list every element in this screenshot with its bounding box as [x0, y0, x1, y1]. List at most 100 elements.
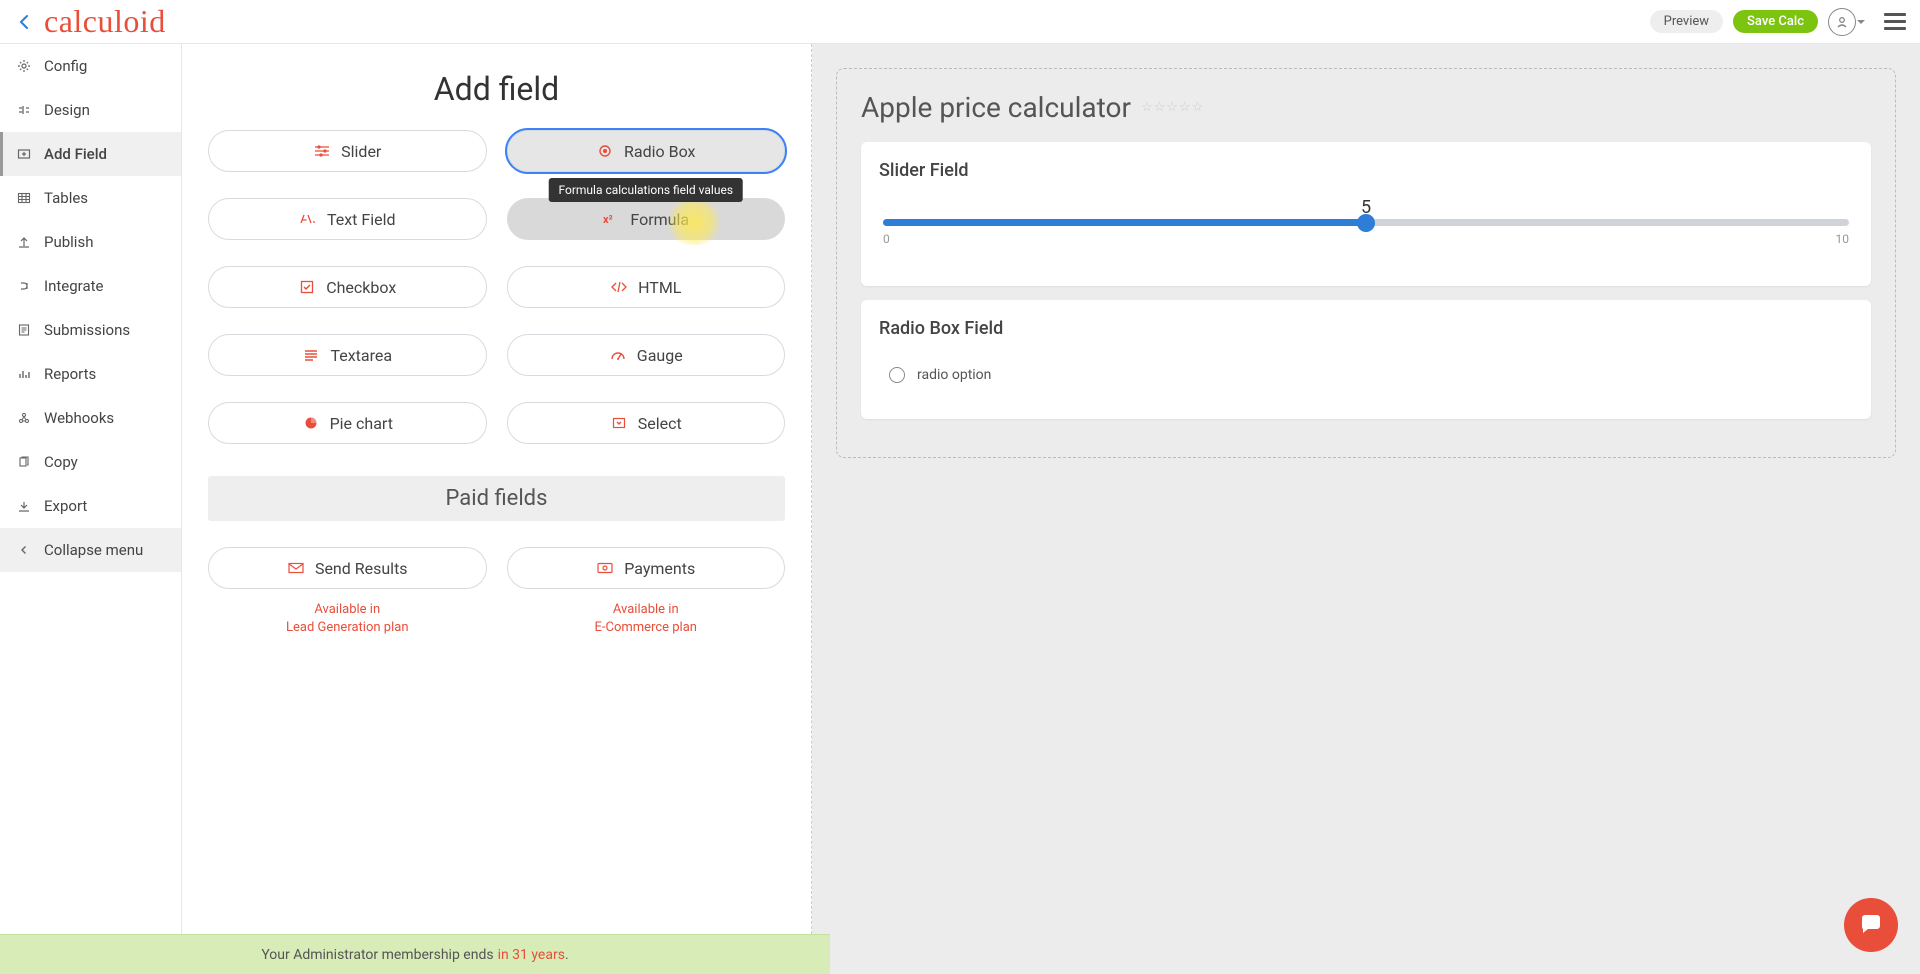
- slider-min-label: 0: [883, 232, 890, 246]
- select-icon: [610, 414, 628, 432]
- field-type-text-field[interactable]: Text Field: [208, 198, 487, 240]
- radio-option-label: radio option: [917, 367, 991, 383]
- reports-icon: [16, 366, 32, 382]
- sidebar-item-reports[interactable]: Reports: [0, 352, 181, 396]
- chevron-left-icon: [16, 542, 32, 558]
- preview-title: Apple price calculator: [861, 91, 1131, 124]
- sidebar-item-label: Config: [44, 57, 87, 75]
- sidebar-item-add-field[interactable]: Add Field: [0, 132, 181, 176]
- design-icon: [16, 102, 32, 118]
- sidebar-item-label: Design: [44, 101, 90, 119]
- slider-control[interactable]: 5 0 10: [879, 203, 1853, 268]
- banner-text-highlight: in 31 years: [498, 947, 565, 963]
- text-field-icon: [299, 210, 317, 228]
- field-label: Slider: [341, 142, 381, 161]
- webhooks-icon: [16, 410, 32, 426]
- envelope-icon: [287, 559, 305, 577]
- field-type-radio-box[interactable]: Radio Box Formula calculations field val…: [507, 130, 786, 172]
- table-icon: [16, 190, 32, 206]
- field-label: Select: [638, 414, 682, 433]
- membership-banner: Your Administrator membership ends in 31…: [0, 934, 830, 974]
- field-type-textarea[interactable]: Textarea: [208, 334, 487, 376]
- sidebar-item-label: Integrate: [44, 277, 103, 295]
- paid-fields-heading: Paid fields: [208, 476, 785, 521]
- radio-option-input[interactable]: [889, 367, 905, 383]
- html-icon: [610, 278, 628, 296]
- chat-fab[interactable]: [1844, 898, 1898, 952]
- submissions-icon: [16, 322, 32, 338]
- field-type-checkbox[interactable]: Checkbox: [208, 266, 487, 308]
- logo-text: calculoid: [44, 3, 166, 40]
- sidebar-item-submissions[interactable]: Submissions: [0, 308, 181, 352]
- field-label: Gauge: [637, 346, 683, 365]
- field-label: Textarea: [330, 346, 392, 365]
- field-type-formula[interactable]: x² Formula: [507, 198, 786, 240]
- sidebar-item-label: Publish: [44, 233, 93, 251]
- sidebar-collapse[interactable]: Collapse menu: [0, 528, 181, 572]
- sidebar-item-label: Add Field: [44, 145, 107, 163]
- field-label: Pie chart: [330, 414, 393, 433]
- field-label: HTML: [638, 278, 681, 297]
- sidebar-item-tables[interactable]: Tables: [0, 176, 181, 220]
- field-type-html[interactable]: HTML: [507, 266, 786, 308]
- slider-thumb[interactable]: [1357, 214, 1375, 232]
- sidebar-item-label: Webhooks: [44, 409, 114, 427]
- rating-stars[interactable]: ☆☆☆☆☆: [1141, 100, 1204, 115]
- sidebar-item-copy[interactable]: Copy: [0, 440, 181, 484]
- send-results-plan-note: Available in Lead Generation plan: [208, 601, 487, 637]
- sidebar-item-export[interactable]: Export: [0, 484, 181, 528]
- field-label: Formula: [630, 210, 689, 229]
- svg-text:x²: x²: [603, 213, 613, 226]
- save-calc-button[interactable]: Save Calc: [1733, 10, 1818, 33]
- copy-icon: [16, 454, 32, 470]
- topbar: calculoid Preview Save Calc: [0, 0, 1920, 44]
- slider-field-card[interactable]: Slider Field 5 0 10: [861, 142, 1871, 286]
- pie-chart-icon: [302, 414, 320, 432]
- preview-frame: Apple price calculator ☆☆☆☆☆ Slider Fiel…: [836, 68, 1896, 458]
- sidebar-item-label: Tables: [44, 189, 88, 207]
- field-type-select[interactable]: Select: [507, 402, 786, 444]
- back-icon[interactable]: [14, 12, 34, 32]
- sidebar-item-integrate[interactable]: Integrate: [0, 264, 181, 308]
- logo[interactable]: calculoid: [44, 3, 166, 40]
- field-label: Text Field: [327, 210, 396, 229]
- field-type-pie-chart[interactable]: Pie chart: [208, 402, 487, 444]
- field-type-payments[interactable]: Payments: [507, 547, 786, 589]
- payments-plan-note: Available in E-Commerce plan: [507, 601, 786, 637]
- textarea-icon: [302, 346, 320, 364]
- sidebar-item-webhooks[interactable]: Webhooks: [0, 396, 181, 440]
- sidebar-item-label: Submissions: [44, 321, 130, 339]
- field-label: Payments: [624, 559, 695, 578]
- sidebar: Config Design Add Field Tables Publish I…: [0, 44, 182, 974]
- user-menu[interactable]: [1828, 8, 1856, 36]
- formula-icon: x²: [602, 210, 620, 228]
- radio-box-field-card[interactable]: Radio Box Field radio option: [861, 300, 1871, 419]
- gear-icon: [16, 58, 32, 74]
- banner-text-before: Your Administrator membership ends: [261, 947, 493, 963]
- payments-icon: [596, 559, 614, 577]
- sidebar-item-label: Export: [44, 497, 87, 515]
- preview-panel: Apple price calculator ☆☆☆☆☆ Slider Fiel…: [812, 44, 1920, 974]
- field-label: Checkbox: [326, 278, 396, 297]
- publish-icon: [16, 234, 32, 250]
- field-type-send-results[interactable]: Send Results: [208, 547, 487, 589]
- field-type-slider[interactable]: Slider: [208, 130, 487, 172]
- banner-text-after: .: [565, 947, 569, 963]
- sidebar-item-publish[interactable]: Publish: [0, 220, 181, 264]
- slider-icon: [313, 142, 331, 160]
- radio-field-title: Radio Box Field: [879, 318, 1853, 339]
- sidebar-item-config[interactable]: Config: [0, 44, 181, 88]
- hamburger-menu-icon[interactable]: [1884, 13, 1906, 30]
- sidebar-item-design[interactable]: Design: [0, 88, 181, 132]
- field-label: Send Results: [315, 559, 408, 578]
- preview-button[interactable]: Preview: [1650, 10, 1723, 33]
- chat-icon: [1858, 912, 1884, 938]
- panel-heading: Add field: [200, 70, 793, 108]
- field-label: Radio Box: [624, 142, 695, 161]
- sidebar-collapse-label: Collapse menu: [44, 541, 143, 559]
- sidebar-item-label: Copy: [44, 453, 78, 471]
- field-type-gauge[interactable]: Gauge: [507, 334, 786, 376]
- checkbox-icon: [298, 278, 316, 296]
- integrate-icon: [16, 278, 32, 294]
- export-icon: [16, 498, 32, 514]
